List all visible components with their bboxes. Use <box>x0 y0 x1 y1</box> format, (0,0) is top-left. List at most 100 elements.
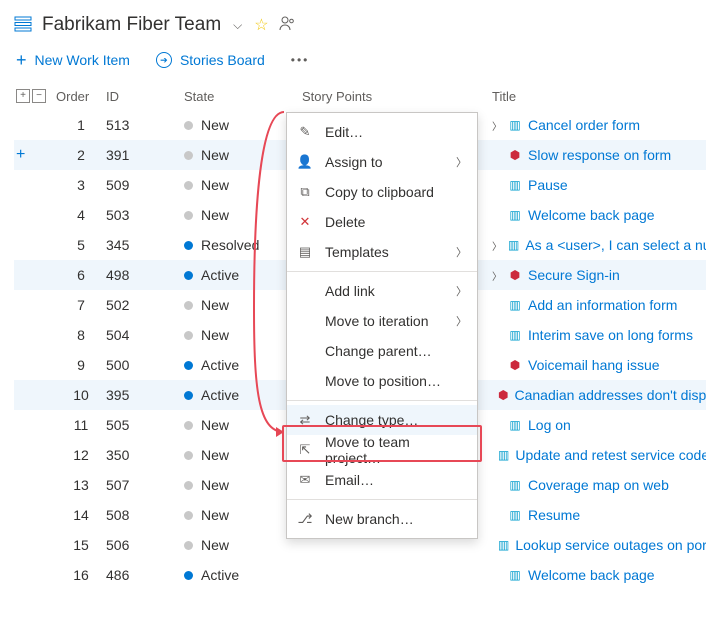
menu-add-link[interactable]: Add link〉 <box>287 276 477 306</box>
id-value: 513 <box>106 117 184 133</box>
state-value: New <box>201 117 229 133</box>
order-value: 4 <box>56 207 106 223</box>
work-item-title-link[interactable]: Welcome back page <box>528 207 655 223</box>
state-value: New <box>201 447 229 463</box>
menu-assign-to[interactable]: 👤Assign to〉 <box>287 147 477 177</box>
state-dot-icon <box>184 181 193 190</box>
favorite-star-icon[interactable]: ☆ <box>254 15 268 35</box>
new-work-item-button[interactable]: + New Work Item <box>16 52 130 68</box>
menu-templates[interactable]: ▤Templates〉 <box>287 237 477 267</box>
order-value: 2 <box>56 147 106 163</box>
team-title[interactable]: Fabrikam Fiber Team <box>42 14 221 36</box>
stories-board-button[interactable]: ➔ Stories Board <box>156 52 265 68</box>
title-cell: ▥Update and retest service code <box>492 447 706 463</box>
work-item-title-link[interactable]: Resume <box>528 507 580 523</box>
title-cell: ▥Interim save on long forms <box>492 327 706 343</box>
work-item-title-link[interactable]: Cancel order form <box>528 117 640 133</box>
chevron-right-icon: 〉 <box>456 313 467 329</box>
id-value: 391 <box>106 147 184 163</box>
state-cell: New <box>184 327 302 343</box>
user-story-icon: ▥ <box>508 418 522 432</box>
team-members-icon[interactable] <box>279 15 295 35</box>
user-story-icon: ▥ <box>508 178 522 192</box>
col-title[interactable]: Title <box>492 89 706 104</box>
state-dot-icon <box>184 451 193 460</box>
menu-edit[interactable]: ✎Edit… <box>287 117 477 147</box>
expand-all-icon[interactable]: + <box>16 89 30 103</box>
state-dot-icon <box>184 151 193 160</box>
menu-change-type[interactable]: ⇄Change type… <box>287 405 477 435</box>
id-value: 350 <box>106 447 184 463</box>
id-value: 509 <box>106 177 184 193</box>
toolbar: + New Work Item ➔ Stories Board ••• <box>14 46 706 82</box>
new-work-item-label: New Work Item <box>35 52 130 68</box>
table-row[interactable]: +16486Active▥Welcome back page <box>14 560 706 590</box>
title-cell: ▥Welcome back page <box>492 567 706 583</box>
template-icon: ▤ <box>297 244 313 260</box>
work-item-title-link[interactable]: As a <user>, I can select a number ... <box>525 237 706 253</box>
state-cell: New <box>184 207 302 223</box>
menu-move-iteration[interactable]: Move to iteration〉 <box>287 306 477 336</box>
state-cell: New <box>184 177 302 193</box>
title-cell: ▥Coverage map on web <box>492 477 706 493</box>
menu-separator <box>287 499 477 500</box>
col-order[interactable]: Order <box>56 89 106 104</box>
work-item-title-link[interactable]: Add an information form <box>528 297 677 313</box>
order-value: 8 <box>56 327 106 343</box>
user-story-icon: ▥ <box>508 238 519 252</box>
col-points[interactable]: Story Points <box>302 89 492 104</box>
swap-icon: ⇄ <box>297 412 313 428</box>
menu-copy-clipboard[interactable]: ⧉Copy to clipboard <box>287 177 477 207</box>
state-value: New <box>201 177 229 193</box>
id-value: 502 <box>106 297 184 313</box>
state-cell: New <box>184 477 302 493</box>
menu-new-branch[interactable]: ⎇New branch… <box>287 504 477 534</box>
expand-caret-icon[interactable]: 〉 <box>492 238 502 253</box>
state-cell: New <box>184 447 302 463</box>
work-item-title-link[interactable]: Log on <box>528 417 571 433</box>
expand-caret-icon[interactable]: 〉 <box>492 118 502 133</box>
state-dot-icon <box>184 121 193 130</box>
menu-delete[interactable]: ✕Delete <box>287 207 477 237</box>
id-value: 503 <box>106 207 184 223</box>
state-dot-icon <box>184 421 193 430</box>
work-item-title-link[interactable]: Pause <box>528 177 568 193</box>
state-value: Active <box>201 267 239 283</box>
order-value: 3 <box>56 177 106 193</box>
work-item-title-link[interactable]: Lookup service outages on portal <box>515 537 706 553</box>
col-id[interactable]: ID <box>106 89 184 104</box>
state-value: Active <box>201 387 239 403</box>
menu-move-team-project[interactable]: ⇱Move to team project… <box>287 435 477 465</box>
state-value: New <box>201 417 229 433</box>
work-item-title-link[interactable]: Coverage map on web <box>528 477 669 493</box>
stories-board-label: Stories Board <box>180 52 265 68</box>
work-item-title-link[interactable]: Voicemail hang issue <box>528 357 660 373</box>
context-menu: ✎Edit… 👤Assign to〉 ⧉Copy to clipboard ✕D… <box>286 112 478 539</box>
title-cell: 〉 ▥ As a <user>, I can select a number ... <box>492 237 706 253</box>
state-dot-icon <box>184 541 193 550</box>
id-value: 506 <box>106 537 184 553</box>
collapse-all-icon[interactable]: − <box>32 89 46 103</box>
work-item-title-link[interactable]: Interim save on long forms <box>528 327 693 343</box>
state-cell: New <box>184 297 302 313</box>
work-item-title-link[interactable]: Secure Sign-in <box>528 267 620 283</box>
expand-caret-icon[interactable]: 〉 <box>492 268 502 283</box>
order-value: 9 <box>56 357 106 373</box>
clipboard-icon: ⧉ <box>297 184 313 200</box>
work-item-title-link[interactable]: Slow response on form <box>528 147 671 163</box>
work-item-title-link[interactable]: Update and retest service code <box>515 447 706 463</box>
work-item-title-link[interactable]: Welcome back page <box>528 567 655 583</box>
work-item-title-link[interactable]: Canadian addresses don't display <box>514 387 706 403</box>
col-state[interactable]: State <box>184 89 302 104</box>
toolbar-more-icon[interactable]: ••• <box>291 53 310 67</box>
order-value: 5 <box>56 237 106 253</box>
menu-change-parent[interactable]: Change parent… <box>287 336 477 366</box>
title-cell: ▥Lookup service outages on portal <box>492 537 706 553</box>
chevron-down-icon[interactable]: ⌵ <box>231 18 244 33</box>
id-value: 345 <box>106 237 184 253</box>
board-icon <box>14 15 32 36</box>
menu-move-position[interactable]: Move to position… <box>287 366 477 396</box>
menu-email[interactable]: ✉Email… <box>287 465 477 495</box>
insert-row-icon[interactable]: + <box>14 146 56 164</box>
state-value: New <box>201 327 229 343</box>
